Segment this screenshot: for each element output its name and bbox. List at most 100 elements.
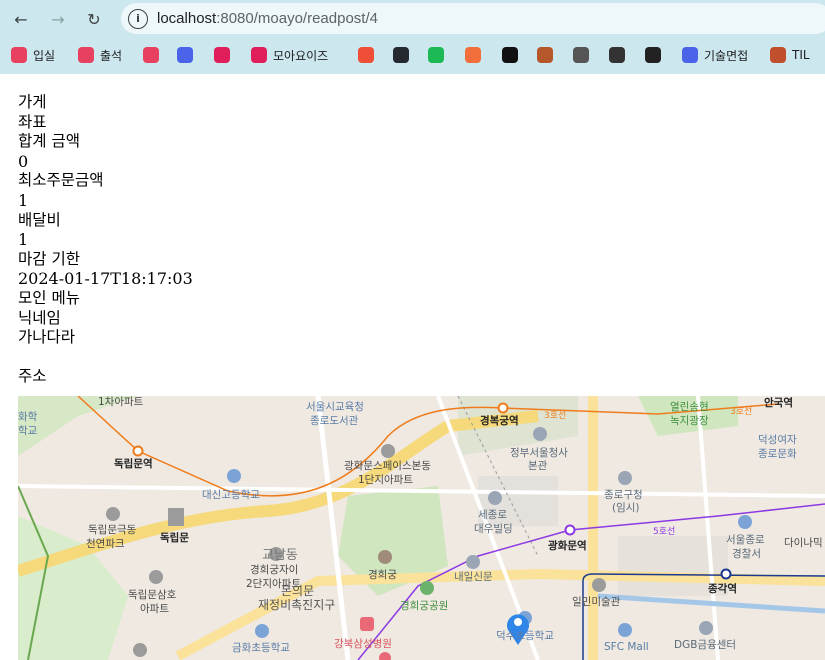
checkered-flag-icon — [609, 47, 625, 63]
deadline-value: 2024-01-17T18:17:03 — [18, 269, 193, 289]
back-arrow-icon[interactable]: ← — [10, 8, 32, 30]
nickname-label: 닉네임 — [18, 308, 61, 327]
bookmark-label: 입실 — [33, 48, 56, 63]
bookmark-item[interactable] — [177, 44, 199, 66]
building-icon[interactable] — [149, 570, 163, 584]
fire-icon — [465, 47, 481, 63]
url-host: localhost — [157, 10, 217, 27]
map-label: 다이나믹 — [784, 537, 823, 549]
map-label: 1차아파트 — [98, 396, 144, 408]
bookmark-item[interactable] — [214, 44, 236, 66]
map-label: 서울시교육청 — [306, 401, 364, 413]
map-label: 정부서울청사 — [510, 447, 568, 459]
bridge-icon — [770, 47, 786, 63]
building-icon[interactable] — [466, 555, 480, 569]
station-marker[interactable] — [497, 402, 509, 414]
forward-arrow-icon[interactable]: → — [47, 8, 69, 30]
building-icon[interactable] — [133, 643, 147, 657]
bookmark-label: 모아요이즈 — [273, 48, 329, 63]
map-label: 덕성여자 — [758, 434, 797, 446]
map[interactable]: 1차아파트 서울시교육청 종로도서관 경복궁역 3호선 3호선 열린송현 녹지광… — [18, 396, 825, 660]
police-icon[interactable] — [738, 515, 752, 529]
bookmarks-bar: 입실 출석 모아요이즈 기술면접 TIL — [0, 38, 825, 72]
hospital-icon[interactable] — [360, 617, 374, 631]
gallery-icon[interactable] — [592, 578, 606, 592]
government-icon[interactable] — [533, 427, 547, 441]
slack-icon — [214, 47, 230, 63]
github-icon — [393, 47, 409, 63]
building-icon[interactable] — [381, 444, 395, 458]
bookmark-item[interactable]: TIL — [770, 44, 810, 66]
bookmark-item[interactable] — [573, 44, 595, 66]
school-icon[interactable] — [227, 469, 241, 483]
url-text[interactable]: localhost:8080/moayo/readpost/4 — [157, 10, 378, 27]
folder-dots-icon — [682, 47, 698, 63]
navigation-bar: ← → ↻ i localhost:8080/moayo/readpost/4 — [0, 0, 825, 37]
map-label: (임시) — [612, 501, 640, 514]
building-icon[interactable] — [106, 507, 120, 521]
heart-code-icon — [11, 47, 27, 63]
bookmark-item[interactable]: 모아요이즈 — [251, 44, 328, 66]
zoom-icon — [177, 47, 193, 63]
map-label: DGB금융센터 — [674, 639, 736, 651]
map-label: 경찰서 — [732, 547, 761, 560]
building-icon[interactable] — [488, 491, 502, 505]
park-icon[interactable] — [420, 581, 434, 595]
total-amount-value: 0 — [18, 151, 29, 171]
bookmark-label: TIL — [792, 48, 810, 62]
station-marker[interactable] — [564, 524, 576, 536]
url-path: :8080/moayo/readpost/4 — [216, 10, 378, 27]
reload-icon[interactable]: ↻ — [83, 8, 105, 30]
school-icon[interactable] — [255, 624, 269, 638]
bookmark-item[interactable] — [358, 44, 380, 66]
map-label: 경희궁자이 — [250, 563, 298, 576]
bookmark-item[interactable] — [143, 44, 165, 66]
station-marker[interactable] — [132, 445, 144, 457]
map-label: 경희궁공원 — [400, 599, 448, 612]
pattern-icon — [573, 47, 589, 63]
map-label: 대신고등학교 — [202, 489, 260, 501]
map-label: 종로구청 — [604, 489, 643, 501]
min-order-value: 1 — [18, 190, 29, 210]
bookmark-item[interactable] — [393, 44, 415, 66]
monument-icon[interactable] — [168, 508, 184, 526]
map-label: 열린송현 — [670, 401, 709, 413]
landmark-icon[interactable] — [378, 550, 392, 564]
bookmark-item[interactable] — [428, 44, 450, 66]
map-canvas[interactable]: 1차아파트 서울시교육청 종로도서관 경복궁역 3호선 3호선 열린송현 녹지광… — [18, 396, 825, 660]
station-marker[interactable] — [720, 568, 732, 580]
bookmark-item[interactable] — [609, 44, 631, 66]
building-icon[interactable] — [699, 621, 713, 635]
map-label: 광화문스페이스본동 — [344, 460, 431, 472]
map-label: 서울종로 — [726, 534, 765, 546]
address-bar[interactable]: i localhost:8080/moayo/readpost/4 — [121, 3, 825, 34]
map-label: 1단지아파트 — [358, 474, 413, 486]
map-label: 독립문극동 — [88, 523, 137, 536]
store-label: 가게 — [18, 93, 47, 111]
bookmark-item[interactable]: 출석 — [78, 44, 122, 66]
map-label: 종로문화 — [758, 448, 797, 460]
mall-icon[interactable] — [618, 623, 632, 637]
bookmark-item[interactable] — [465, 44, 487, 66]
map-label: 종로도서관 — [310, 415, 359, 427]
briefcase-icon — [537, 47, 553, 63]
browser-chrome: ← → ↻ i localhost:8080/moayo/readpost/4 … — [0, 0, 825, 74]
slack-icon — [251, 47, 267, 63]
map-label: 덕수초등학교 — [496, 630, 554, 642]
map-label: 녹지광장 — [670, 415, 709, 427]
heart-code-icon — [143, 47, 159, 63]
government-icon[interactable] — [618, 471, 632, 485]
bookmark-item[interactable] — [502, 44, 524, 66]
bookmark-item[interactable]: 입실 — [11, 44, 55, 66]
map-label: 강북삼성병원 — [334, 638, 392, 650]
bookmark-label: 출석 — [100, 48, 123, 63]
bookmark-item[interactable] — [537, 44, 559, 66]
address-label: 주소 — [18, 367, 47, 386]
collected-menu-label: 모인 메뉴 — [18, 288, 80, 307]
bookmark-item[interactable] — [645, 44, 667, 66]
deadline-label: 마감 기한 — [18, 249, 80, 268]
total-amount-label: 합계 금액 — [18, 132, 80, 151]
bookmark-item[interactable]: 기술면접 — [682, 44, 748, 66]
map-label: 재정비촉진지구 — [258, 598, 335, 612]
site-info-icon[interactable]: i — [128, 8, 148, 29]
